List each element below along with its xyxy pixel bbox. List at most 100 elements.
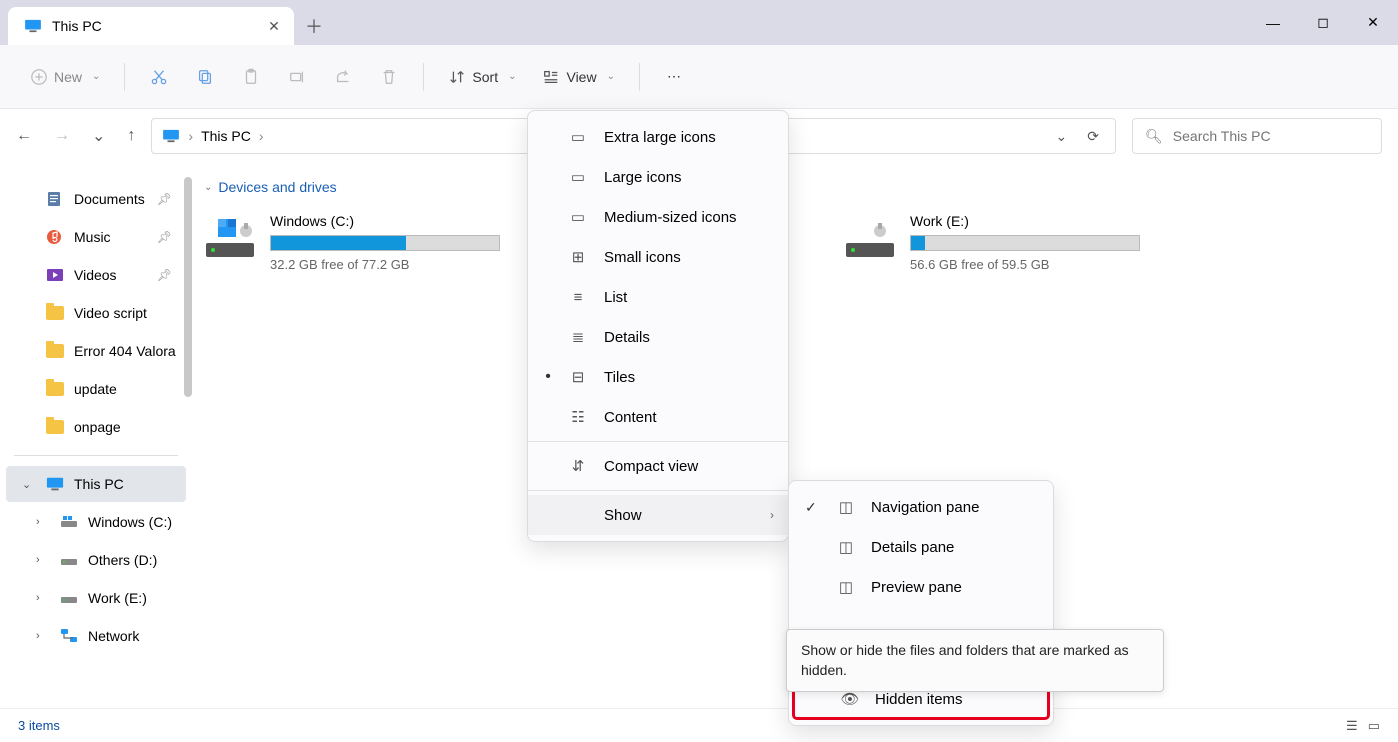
address-dropdown[interactable]: ⌄ (1050, 128, 1074, 145)
refresh-button[interactable]: ⟳ (1081, 128, 1105, 145)
new-button[interactable]: New ⌄ (20, 59, 110, 95)
drive-icon (60, 514, 78, 530)
minimize-button[interactable]: — (1248, 0, 1298, 45)
menu-item-show[interactable]: Show› (528, 495, 788, 535)
menu-item-details-pane[interactable]: ◫Details pane (789, 527, 1053, 567)
cut-button[interactable] (139, 59, 179, 95)
plus-circle-icon (30, 68, 48, 86)
rename-icon (288, 68, 306, 86)
more-button[interactable]: ⋯ (654, 59, 694, 95)
sidebar-item-label: Music (74, 229, 111, 245)
copy-button[interactable] (185, 59, 225, 95)
drive-name: Work (E:) (910, 213, 1144, 229)
group-label: Devices and drives (218, 179, 336, 195)
new-tab-button[interactable]: ＋ (294, 7, 334, 45)
pc-icon (46, 476, 64, 492)
documents-icon (46, 191, 64, 207)
sidebar-item-folder[interactable]: update (6, 371, 186, 407)
pane-icon: ◫ (835, 498, 857, 516)
details-icon: ≣ (568, 328, 588, 346)
sidebar-item-drive[interactable]: › Others (D:) (6, 542, 186, 578)
clipboard-icon (242, 68, 260, 86)
tab-thispc[interactable]: This PC ✕ (8, 7, 294, 45)
menu-item-content[interactable]: ☷Content (528, 397, 788, 437)
sidebar-item-drive[interactable]: › Windows (C:) (6, 504, 186, 540)
sidebar-item-thispc[interactable]: ⌄ This PC (6, 466, 186, 502)
menu-item-small-icons[interactable]: ⊞Small icons (528, 237, 788, 277)
chevron-down-icon: ⌄ (204, 182, 212, 193)
maximize-button[interactable]: ◻ (1298, 0, 1348, 45)
videos-icon (46, 267, 64, 283)
tiles-icon: ⊟ (568, 368, 588, 386)
chevron-right-icon[interactable]: › (36, 630, 40, 642)
forward-button[interactable]: → (54, 126, 70, 146)
pane-icon: ◫ (835, 578, 857, 596)
scissors-icon (150, 68, 168, 86)
sidebar-item-label: Videos (74, 267, 117, 283)
titlebar: This PC ✕ ＋ — ◻ ✕ (0, 0, 1398, 45)
sidebar-item-folder[interactable]: Error 404 Valora (6, 333, 186, 369)
tab-title: This PC (52, 18, 266, 34)
sidebar-item-videos[interactable]: Videos 📌︎ (6, 257, 186, 293)
tab-close-icon[interactable]: ✕ (266, 18, 282, 35)
paste-button[interactable] (231, 59, 271, 95)
sidebar-item-label: Documents (74, 191, 145, 207)
menu-item-medium-icons[interactable]: ▭Medium-sized icons (528, 197, 788, 237)
window-controls: — ◻ ✕ (1248, 0, 1398, 45)
pane-icon: ◫ (835, 538, 857, 556)
delete-button[interactable] (369, 59, 409, 95)
sidebar-item-music[interactable]: Music 📌︎ (6, 219, 186, 255)
group-header[interactable]: ⌄ Devices and drives (204, 179, 1398, 195)
chevron-right-icon[interactable]: › (36, 592, 40, 604)
sidebar-item-folder[interactable]: onpage (6, 409, 186, 445)
back-button[interactable]: ← (16, 126, 32, 146)
pin-icon: 📌︎ (157, 230, 172, 244)
tiles-view-toggle[interactable]: ▭ (1368, 718, 1380, 734)
separator (423, 63, 424, 91)
chevron-right-icon[interactable]: › (36, 516, 40, 528)
menu-item-large-icons[interactable]: ▭Large icons (528, 157, 788, 197)
sort-button[interactable]: Sort ⌄ (438, 59, 526, 95)
drive-item[interactable]: Work (E:) 56.6 GB free of 59.5 GB (844, 213, 1144, 272)
close-button[interactable]: ✕ (1348, 0, 1398, 45)
drive-usage-bar (270, 235, 500, 251)
pc-icon (24, 19, 42, 33)
menu-item-details[interactable]: ≣Details (528, 317, 788, 357)
search-input[interactable] (1173, 128, 1369, 144)
chevron-down-icon: ⌄ (508, 71, 516, 82)
menu-item-compact-view[interactable]: ⇵Compact view (528, 446, 788, 486)
view-icon (542, 68, 560, 86)
chevron-down-icon[interactable]: ⌄ (22, 478, 31, 491)
sidebar-item-network[interactable]: › Network (6, 618, 186, 654)
up-button[interactable]: ↑ (127, 126, 135, 146)
separator (528, 490, 788, 491)
pc-icon (162, 129, 180, 143)
content-icon: ☷ (568, 408, 588, 426)
eye-icon: 👁︎ (839, 690, 861, 708)
details-view-toggle[interactable]: ☰ (1346, 718, 1358, 734)
recent-button[interactable]: ⌄ (92, 126, 105, 146)
menu-item-preview-pane[interactable]: ◫Preview pane (789, 567, 1053, 607)
sidebar-item-documents[interactable]: Documents 📌︎ (6, 181, 186, 217)
grid-icon: ⊞ (568, 248, 588, 266)
share-button[interactable] (323, 59, 363, 95)
menu-item-extra-large-icons[interactable]: ▭Extra large icons (528, 117, 788, 157)
drive-item[interactable]: Windows (C:) 32.2 GB free of 77.2 GB (204, 213, 504, 272)
sidebar-item-drive[interactable]: › Work (E:) (6, 580, 186, 616)
chevron-right-icon[interactable]: › (36, 554, 40, 566)
sidebar-item-folder[interactable]: Video script (6, 295, 186, 331)
menu-item-list[interactable]: ≡List (528, 277, 788, 317)
nav-buttons: ← → ⌄ ↑ (16, 126, 135, 146)
menu-item-navigation-pane[interactable]: ✓◫Navigation pane (789, 487, 1053, 527)
menu-item-tiles[interactable]: •⊟Tiles (528, 357, 788, 397)
scrollbar-thumb[interactable] (184, 177, 192, 397)
music-icon (46, 229, 64, 245)
folder-icon (46, 420, 64, 434)
search-box[interactable]: 🔍︎ (1132, 118, 1382, 154)
rename-button[interactable] (277, 59, 317, 95)
breadcrumb-root[interactable]: This PC (201, 128, 251, 144)
view-button[interactable]: View ⌄ (532, 59, 624, 95)
folder-icon (46, 306, 64, 320)
folder-icon (46, 344, 64, 358)
sidebar-item-label: Windows (C:) (88, 514, 172, 530)
